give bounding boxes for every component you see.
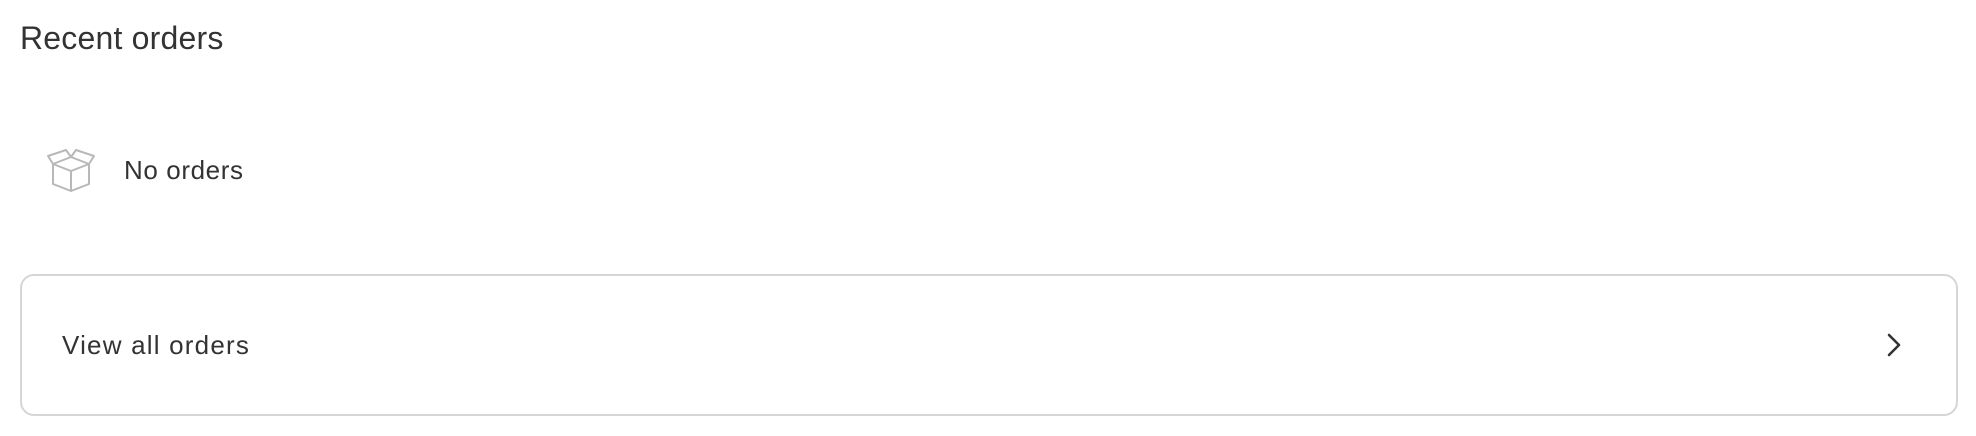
empty-state-label: No orders bbox=[124, 155, 244, 185]
empty-orders-state: No orders bbox=[46, 146, 244, 194]
chevron-right-icon bbox=[1882, 331, 1906, 359]
view-all-orders-label: View all orders bbox=[62, 330, 251, 360]
section-title: Recent orders bbox=[20, 20, 224, 56]
view-all-orders-button[interactable]: View all orders bbox=[20, 274, 1958, 416]
recent-orders-section: Recent orders No orders View all orders bbox=[0, 0, 1976, 436]
open-box-icon bbox=[46, 146, 96, 194]
